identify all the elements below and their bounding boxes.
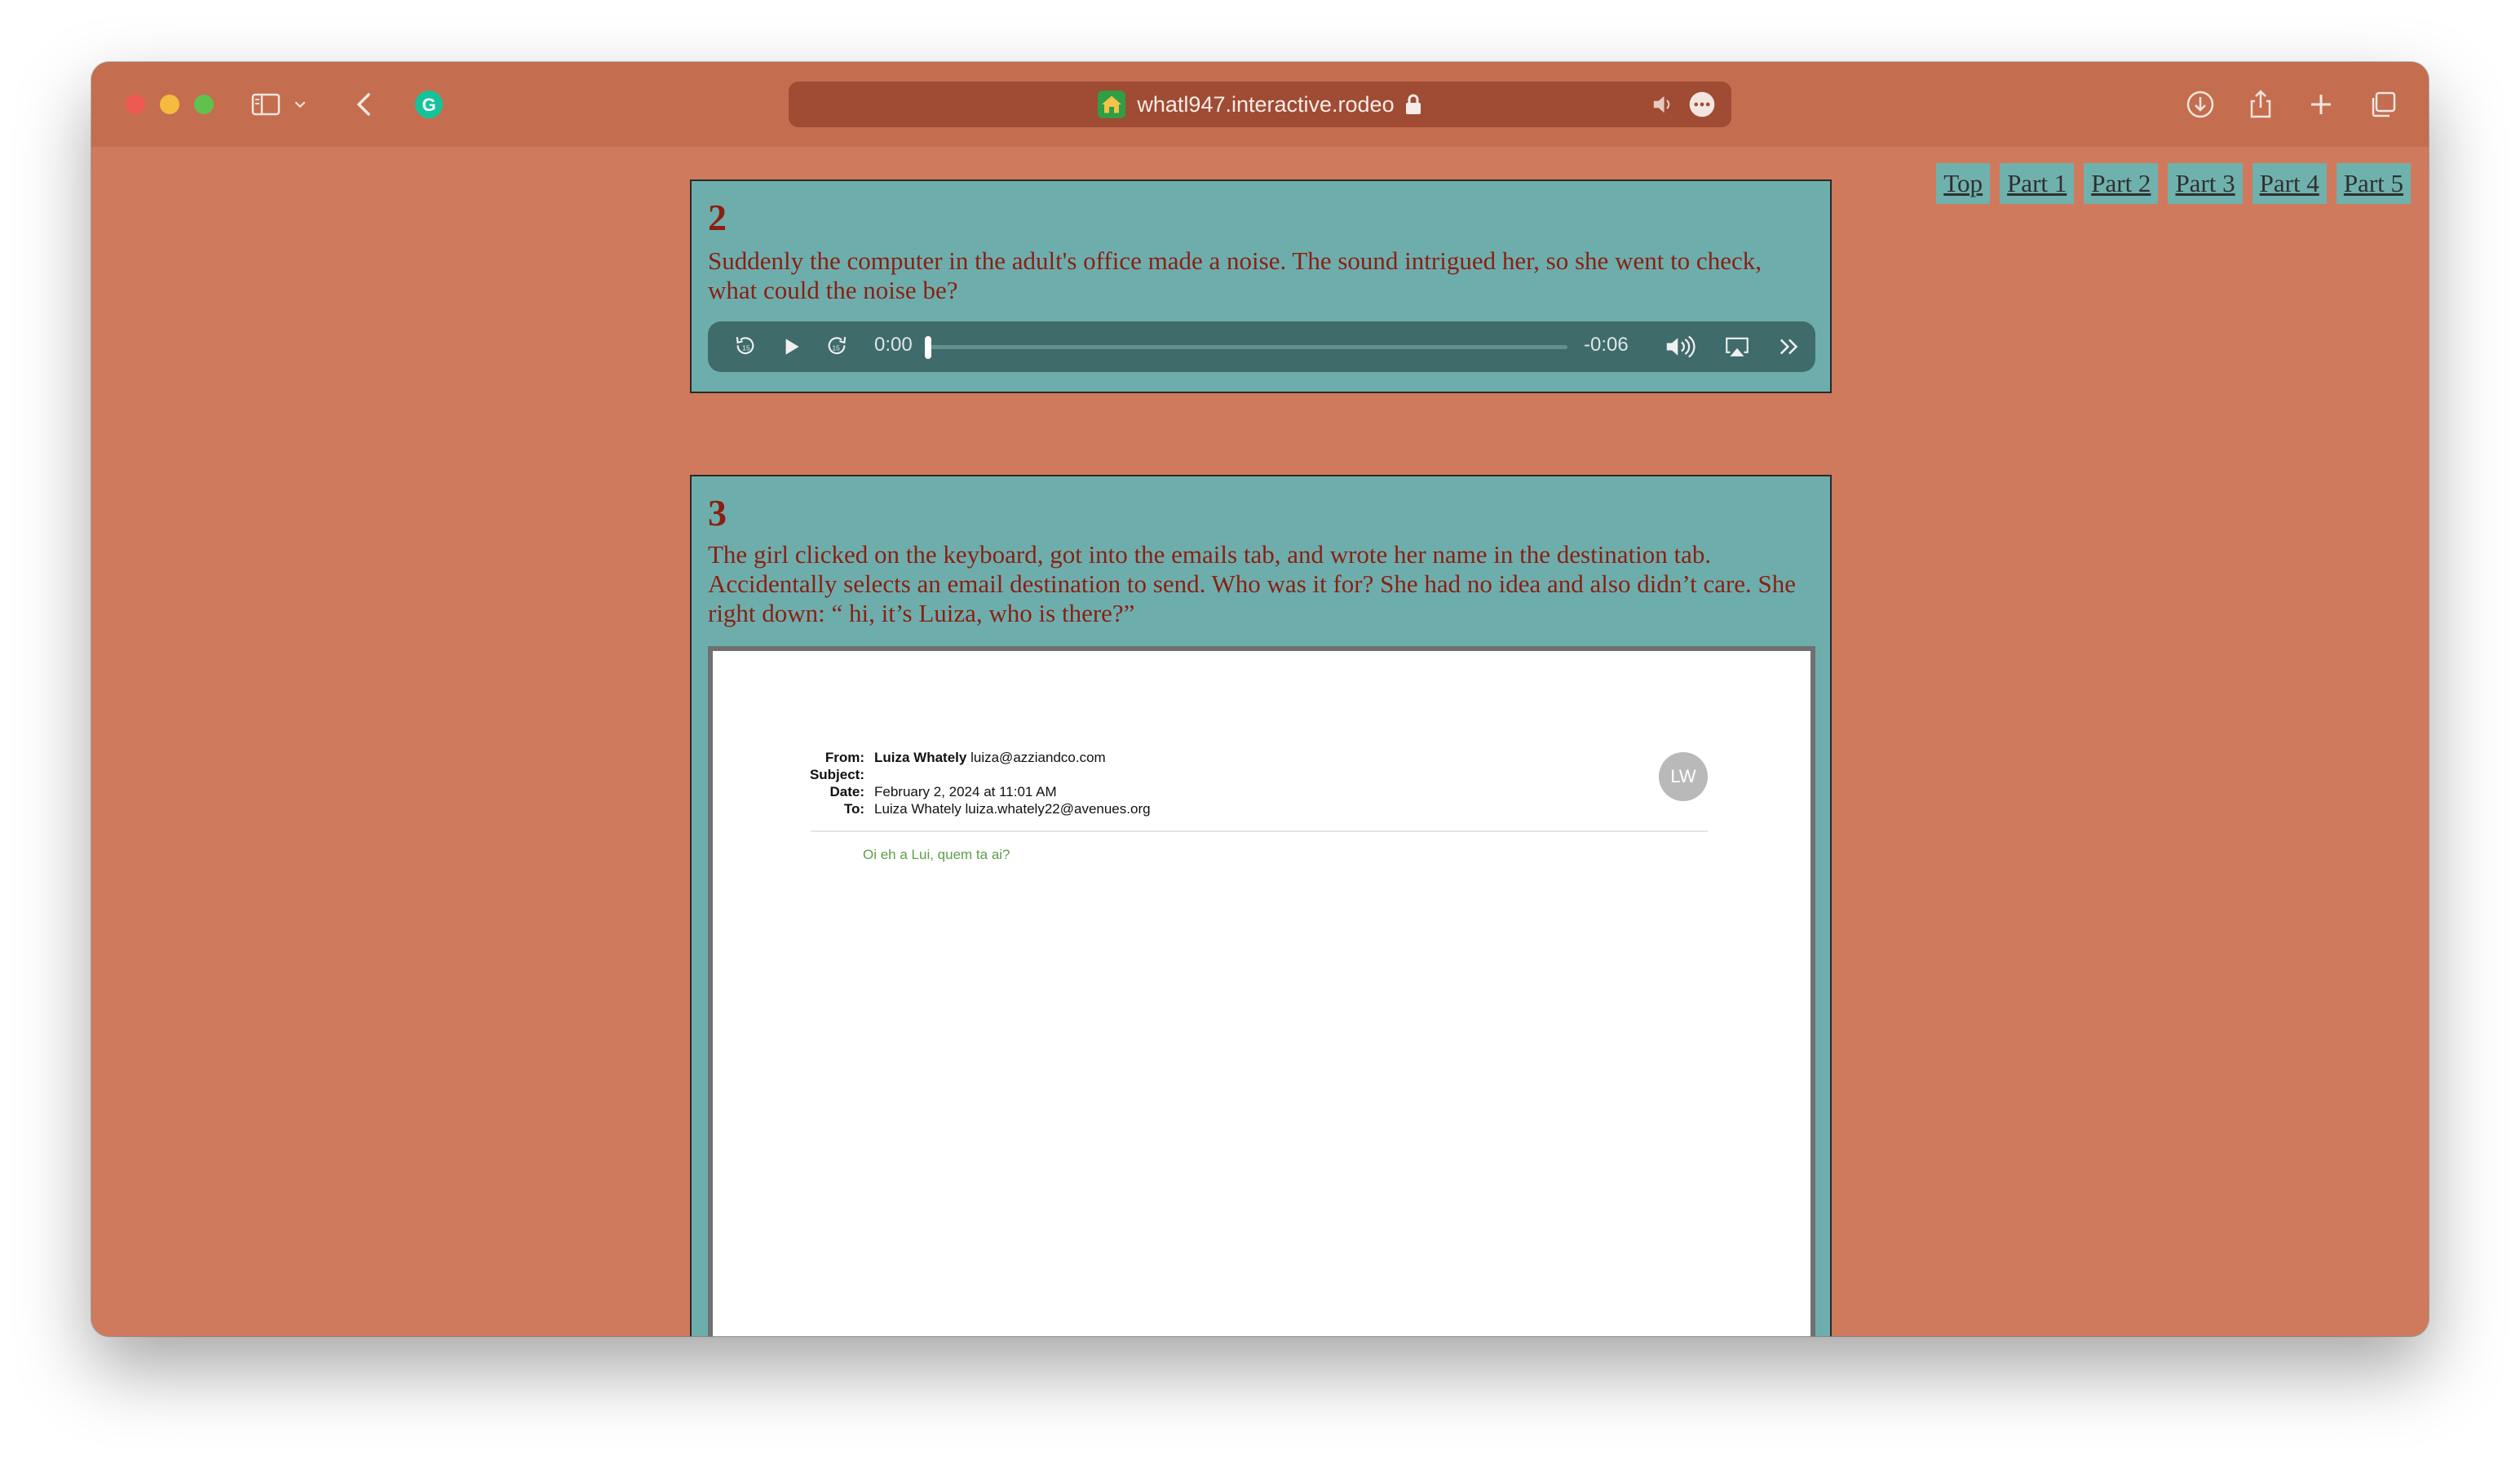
share-icon[interactable] <box>2241 85 2280 124</box>
elapsed-time: 0:00 <box>874 334 913 356</box>
from-name: Luiza Whately <box>874 750 967 765</box>
skip-forward-15-icon[interactable]: 15 <box>820 330 853 363</box>
to-label: To: <box>843 801 864 817</box>
svg-text:15: 15 <box>742 343 750 352</box>
browser-window: G whatl947.interactive.rodeo Top Part 1 … <box>91 62 2429 1336</box>
nav-link-part-5[interactable]: Part 5 <box>2336 163 2411 204</box>
plus-icon[interactable] <box>2301 85 2341 124</box>
close-window-button[interactable] <box>126 95 145 114</box>
url-text: whatl947.interactive.rodeo <box>1137 91 1395 117</box>
tabs-icon[interactable] <box>2363 85 2403 124</box>
more-icon[interactable] <box>1687 90 1717 123</box>
airplay-icon[interactable] <box>1721 330 1753 363</box>
play-icon[interactable] <box>775 330 807 363</box>
nav-link-top[interactable]: Top <box>1936 163 1991 204</box>
date-label: Date: <box>829 784 864 799</box>
speaker-icon[interactable] <box>1648 91 1676 122</box>
volume-icon[interactable] <box>1660 330 1700 363</box>
nav-link-part-3[interactable]: Part 3 <box>2168 163 2243 204</box>
section-text: Suddenly the computer in the adult's off… <box>708 246 1762 304</box>
email-header: From: Luiza Whately luiza@azziandco.com … <box>713 749 1691 817</box>
chevron-down-icon[interactable] <box>289 85 312 124</box>
email-image-frame: From: Luiza Whately luiza@azziandco.com … <box>708 646 1815 1336</box>
email-screenshot: From: Luiza Whately luiza@azziandco.com … <box>713 651 1810 1336</box>
download-icon[interactable] <box>2181 85 2220 124</box>
address-bar[interactable]: whatl947.interactive.rodeo <box>789 82 1731 127</box>
browser-toolbar: G whatl947.interactive.rodeo <box>91 62 2429 147</box>
from-label: From: <box>825 750 864 765</box>
lock-icon <box>1404 94 1422 115</box>
audio-player: 15 15 0:00 -0:06 <box>708 321 1815 372</box>
back-icon[interactable] <box>346 85 385 124</box>
seek-thumb[interactable] <box>925 336 931 359</box>
avatar: LW <box>1659 752 1708 801</box>
email-body: Oi eh a Lui, quem ta ai? <box>863 847 1010 862</box>
to-value: Luiza Whately luiza.whately22@avenues.or… <box>874 801 1151 817</box>
skip-back-15-icon[interactable]: 15 <box>729 330 762 363</box>
home-favicon <box>1098 91 1126 118</box>
part-navigation: Top Part 1 Part 2 Part 3 Part 4 Part 5 <box>1936 163 2411 204</box>
header-divider <box>811 830 1708 832</box>
section-3-card: 3 The girl clicked on the keyboard, got … <box>690 475 1832 1336</box>
section-number: 2 <box>708 197 727 238</box>
minimize-window-button[interactable] <box>160 95 179 114</box>
section-2-card: 2 Suddenly the computer in the adult's o… <box>690 179 1832 393</box>
zoom-window-button[interactable] <box>194 95 214 114</box>
remaining-time: -0:06 <box>1584 334 1629 356</box>
grammarly-icon[interactable]: G <box>409 85 449 124</box>
seek-track[interactable] <box>928 345 1567 349</box>
sidebar-icon[interactable] <box>246 85 285 124</box>
date-value: February 2, 2024 at 11:01 AM <box>874 784 1057 799</box>
section-text: The girl clicked on the keyboard, got in… <box>708 540 1797 627</box>
nav-link-part-4[interactable]: Part 4 <box>2252 163 2327 204</box>
section-number: 3 <box>708 492 727 534</box>
playback-speed-icon[interactable] <box>1773 330 1806 363</box>
nav-link-part-1[interactable]: Part 1 <box>2000 163 2075 204</box>
subject-label: Subject: <box>809 767 864 782</box>
svg-text:15: 15 <box>832 343 840 352</box>
svg-text:G: G <box>422 95 435 115</box>
nav-link-part-2[interactable]: Part 2 <box>2084 163 2159 204</box>
from-address: luiza@azziandco.com <box>970 750 1106 765</box>
